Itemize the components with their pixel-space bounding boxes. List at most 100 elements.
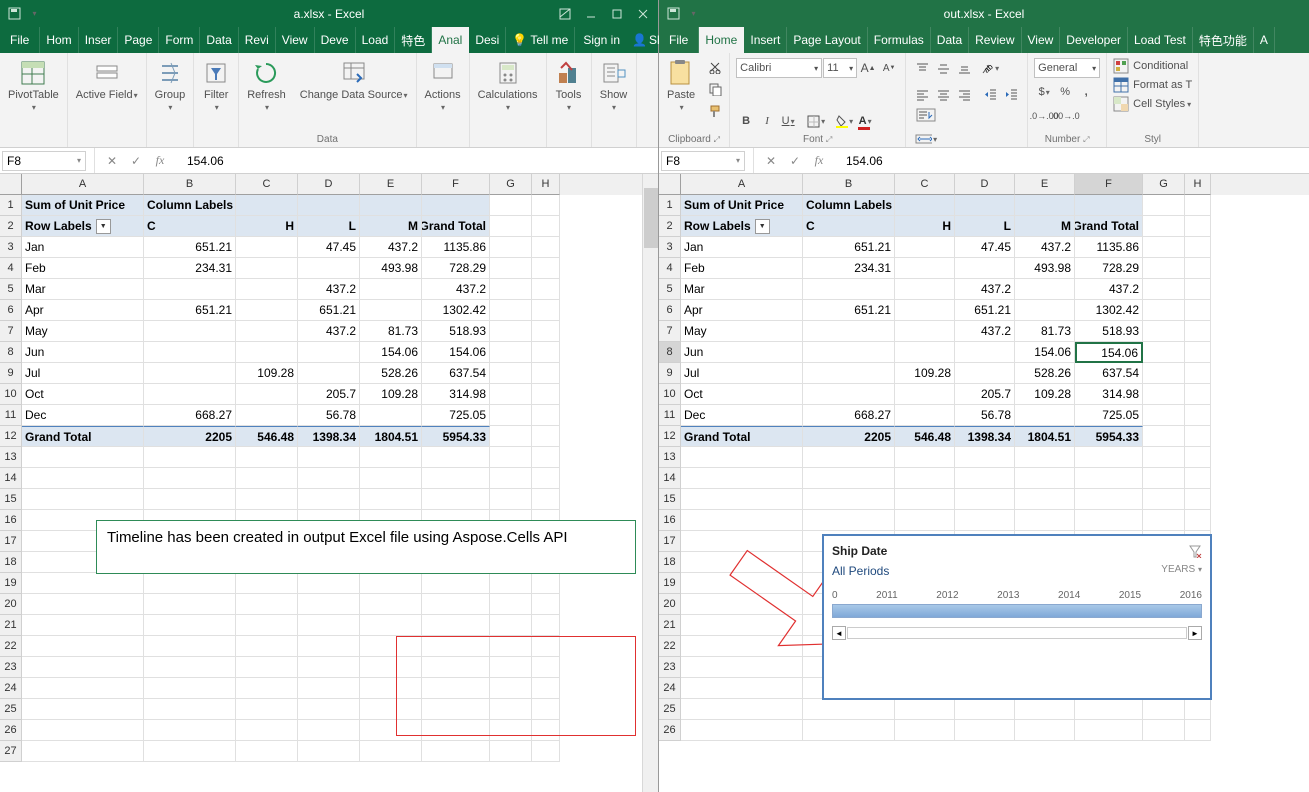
col-c[interactable]: C [803,216,895,237]
cell[interactable] [422,573,490,594]
cell[interactable] [144,489,236,510]
cell[interactable] [1075,720,1143,741]
data-cell[interactable]: 109.28 [236,363,298,384]
cell[interactable] [490,216,532,237]
data-cell[interactable] [803,342,895,363]
row-header-2[interactable]: 2 [0,216,22,237]
cell[interactable] [298,489,360,510]
cell[interactable] [490,741,532,762]
paste-button[interactable]: Paste [663,57,699,115]
borders-icon[interactable] [806,111,826,131]
column-header-B[interactable]: B [144,174,236,195]
cell[interactable] [22,657,144,678]
row-header-11[interactable]: 11 [659,405,681,426]
cell[interactable] [1185,321,1211,342]
timeline-slicer[interactable]: Ship Date All Periods YEARS ▾ 0201120122… [822,534,1212,700]
row-header-18[interactable]: 18 [659,552,681,573]
row-header-25[interactable]: 25 [0,699,22,720]
row-header-14[interactable]: 14 [0,468,22,489]
data-cell[interactable] [360,279,422,300]
data-cell[interactable]: 314.98 [1075,384,1143,405]
cell[interactable] [1143,510,1185,531]
data-cell[interactable] [895,321,955,342]
column-header-C[interactable]: C [895,174,955,195]
cell[interactable] [236,657,298,678]
row-header-18[interactable]: 18 [0,552,22,573]
column-header-E[interactable]: E [360,174,422,195]
row-header-23[interactable]: 23 [0,657,22,678]
row-header-20[interactable]: 20 [0,594,22,615]
refresh-button[interactable]: Refresh [243,57,290,115]
fx-icon[interactable]: fx [151,153,169,168]
row-header-15[interactable]: 15 [0,489,22,510]
tab-inser[interactable]: Inser [79,27,119,53]
data-cell[interactable] [144,279,236,300]
data-cell[interactable] [895,405,955,426]
cell[interactable] [1015,468,1075,489]
cell[interactable] [360,468,422,489]
change-data-source-button[interactable]: Change Data Source [296,57,412,103]
cut-icon[interactable] [705,57,725,77]
copy-icon[interactable] [705,79,725,99]
calculations-button[interactable]: Calculations [474,57,542,115]
row-header-2[interactable]: 2 [659,216,681,237]
cell[interactable] [360,741,422,762]
cell[interactable] [1015,699,1075,720]
cell[interactable] [532,426,560,447]
data-cell[interactable] [955,258,1015,279]
format-as-table-button[interactable]: Format as T [1111,76,1194,94]
merge-center-icon[interactable] [914,129,938,148]
cell[interactable] [1075,489,1143,510]
cell[interactable] [22,678,144,699]
cell[interactable] [422,195,490,216]
row-header-4[interactable]: 4 [0,258,22,279]
data-cell[interactable] [298,363,360,384]
tab-anal[interactable]: Anal [432,27,469,53]
cell[interactable] [236,468,298,489]
cell[interactable] [144,468,236,489]
data-cell[interactable]: 668.27 [803,405,895,426]
row-header-16[interactable]: 16 [659,510,681,531]
data-cell[interactable]: 725.05 [422,405,490,426]
fill-color-icon[interactable] [834,111,854,131]
accept-formula-icon[interactable]: ✓ [786,154,804,168]
grand-total-val[interactable]: 1804.51 [360,426,422,447]
column-header-G[interactable]: G [490,174,532,195]
data-cell[interactable]: 47.45 [955,237,1015,258]
cell[interactable] [490,384,532,405]
cell[interactable] [22,741,144,762]
timeline-units[interactable]: YEARS ▾ [1161,564,1202,578]
col-l[interactable]: L [298,216,360,237]
cell[interactable] [681,699,803,720]
vertical-scrollbar[interactable] [642,174,658,792]
tab-load test[interactable]: Load Test [1128,27,1193,53]
bold-icon[interactable]: B [736,111,756,131]
data-cell[interactable] [895,300,955,321]
cell[interactable] [298,678,360,699]
cell[interactable] [895,510,955,531]
cell[interactable] [236,699,298,720]
underline-icon[interactable]: U [778,111,798,131]
data-cell[interactable]: 651.21 [803,237,895,258]
cell[interactable] [532,258,560,279]
cell[interactable] [895,489,955,510]
data-cell[interactable] [236,258,298,279]
cell[interactable] [490,237,532,258]
row-header-12[interactable]: 12 [0,426,22,447]
tab-view[interactable]: View [276,27,315,53]
tab-developer[interactable]: Developer [1060,27,1128,53]
cell[interactable] [490,405,532,426]
qat-customize-icon[interactable] [26,6,42,22]
grand-total-label[interactable]: Grand Total [22,426,144,447]
row-header-3[interactable]: 3 [659,237,681,258]
row-header-1[interactable]: 1 [0,195,22,216]
cell[interactable] [22,468,144,489]
row-may[interactable]: May [681,321,803,342]
name-box[interactable]: F8▾ [661,151,745,171]
cell[interactable] [298,594,360,615]
font-size-combo[interactable]: 11▾ [823,58,857,78]
row-labels-filter-icon[interactable]: ▼ [96,219,111,234]
tab-page[interactable]: Page [118,27,159,53]
tab-deve[interactable]: Deve [315,27,356,53]
row-header-24[interactable]: 24 [659,678,681,699]
